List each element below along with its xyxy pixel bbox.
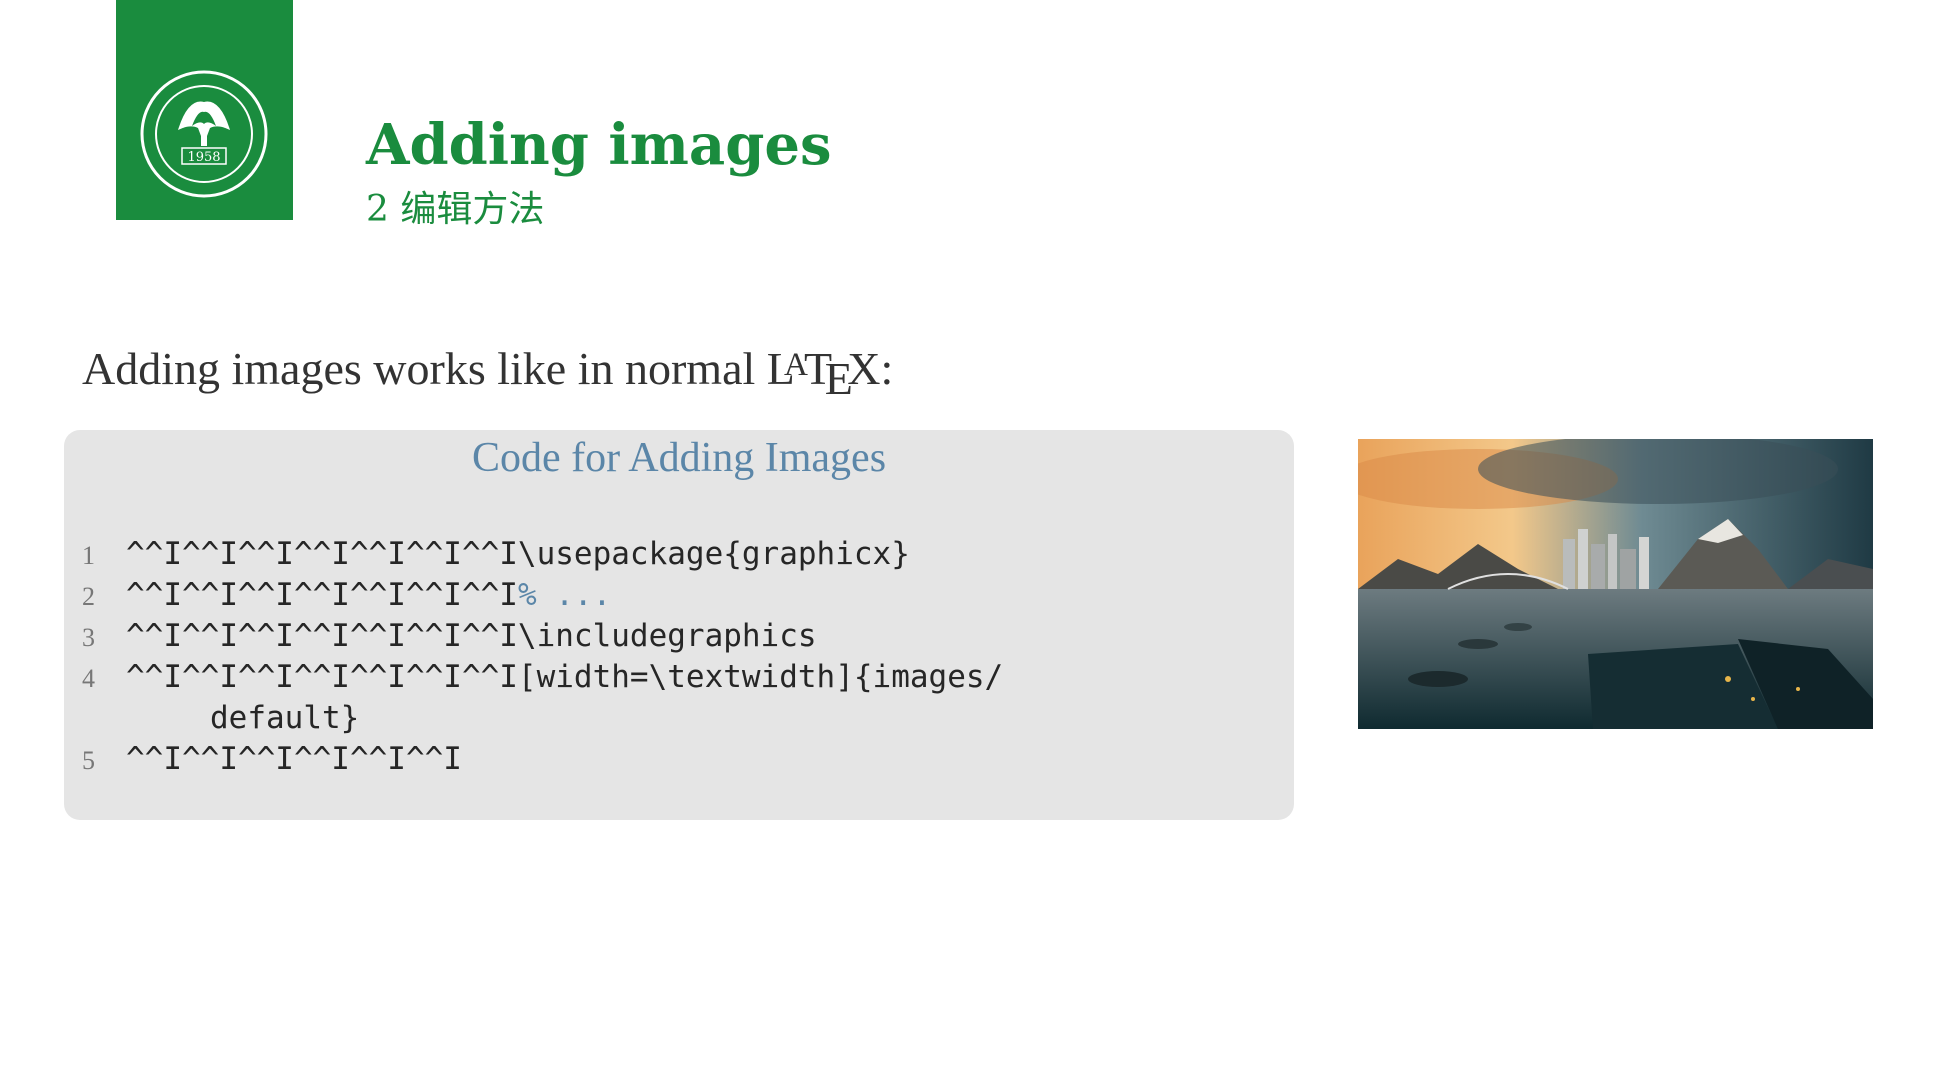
svg-text:1958: 1958 xyxy=(187,150,220,165)
code-text: ^^I^^I^^I^^I^^I^^I^^I\includegraphics xyxy=(126,618,817,654)
code-line: 5 ^^I^^I^^I^^I^^I^^I xyxy=(82,741,462,777)
line-number: 1 xyxy=(82,541,95,570)
code-comment: % ... xyxy=(517,577,612,613)
code-text: default} xyxy=(210,700,360,736)
latex-logo: LATEX xyxy=(766,343,881,405)
intro-text: Adding images works like in normal LATEX… xyxy=(82,342,894,405)
slide-title: Adding images xyxy=(366,112,832,178)
code-text: ^^I^^I^^I^^I^^I^^I^^I[width=\textwidth]{… xyxy=(126,659,1004,695)
line-number: 5 xyxy=(82,746,95,775)
code-line: 2 ^^I^^I^^I^^I^^I^^I^^I% ... xyxy=(82,577,611,613)
code-line: 4 ^^I^^I^^I^^I^^I^^I^^I[width=\textwidth]… xyxy=(82,659,1003,695)
line-number: 2 xyxy=(82,582,95,611)
code-text: ^^I^^I^^I^^I^^I^^I xyxy=(126,741,462,777)
ginkgo-seal-icon: 1958 xyxy=(140,70,268,198)
code-block-title: Code for Adding Images xyxy=(471,435,887,481)
code-line: 3 ^^I^^I^^I^^I^^I^^I^^I\includegraphics xyxy=(82,618,817,654)
intro-text-suffix: : xyxy=(880,343,894,394)
intro-text-main: Adding images works like in normal xyxy=(82,343,767,394)
city-landscape-image xyxy=(1358,439,1873,729)
university-logo: 1958 xyxy=(116,0,293,220)
code-text: ^^I^^I^^I^^I^^I^^I^^I xyxy=(126,577,518,613)
code-line: 1 ^^I^^I^^I^^I^^I^^I^^I\usepackage{graphi… xyxy=(82,536,910,572)
line-number: 3 xyxy=(82,623,95,652)
line-number: 4 xyxy=(82,664,95,693)
code-line-continuation: default} xyxy=(82,700,359,736)
code-text: ^^I^^I^^I^^I^^I^^I^^I\usepackage{graphic… xyxy=(126,536,910,572)
slide-subtitle: 2 编辑方法 xyxy=(366,189,545,230)
